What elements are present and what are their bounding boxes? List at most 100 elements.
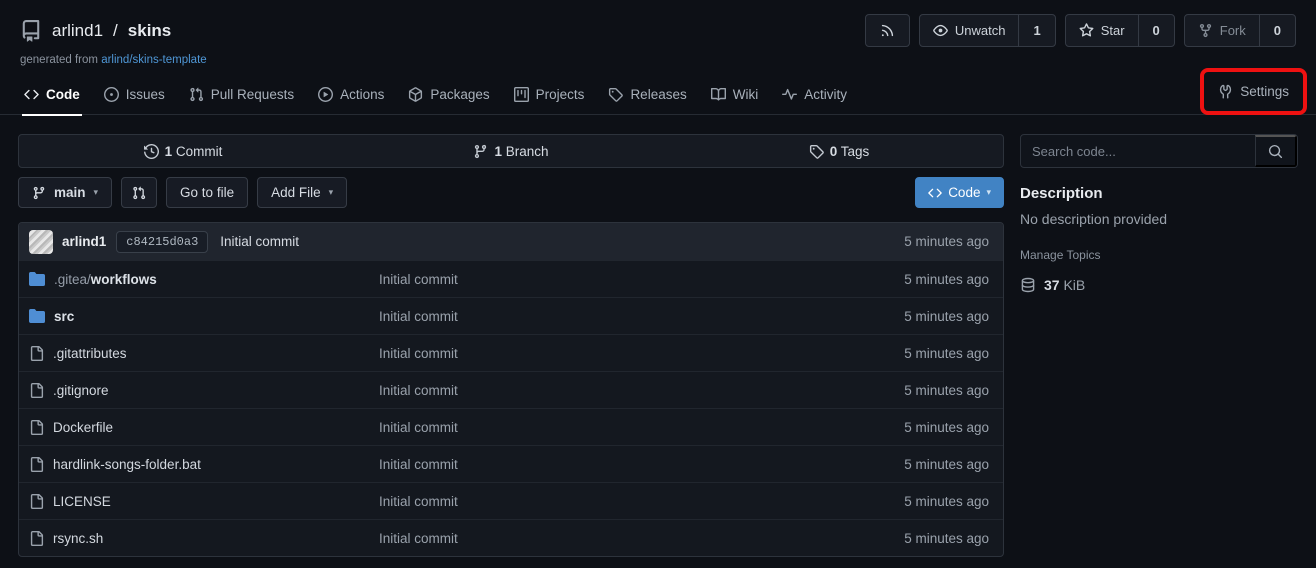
- tab-wiki[interactable]: Wiki: [699, 75, 771, 115]
- file-commit-time: 5 minutes ago: [904, 309, 993, 324]
- file-name-link[interactable]: .gitea/workflows: [54, 272, 157, 287]
- file-commit-message-link[interactable]: Initial commit: [379, 383, 458, 398]
- star-count[interactable]: 0: [1138, 15, 1174, 46]
- file-commit-message-link[interactable]: Initial commit: [379, 309, 458, 324]
- file-commit-message-link[interactable]: Initial commit: [379, 346, 458, 361]
- fork-count[interactable]: 0: [1259, 15, 1295, 46]
- commit-author-link[interactable]: arlind1: [62, 234, 106, 249]
- tab-issues[interactable]: Issues: [92, 75, 177, 115]
- tab-label: Pull Requests: [211, 87, 294, 102]
- file-commit-message-link[interactable]: Initial commit: [379, 420, 458, 435]
- branch-selector[interactable]: main ▾: [18, 177, 112, 208]
- tab-code[interactable]: Code: [12, 75, 92, 115]
- file-row[interactable]: rsync.sh Initial commit 5 minutes ago: [19, 519, 1003, 556]
- file-row[interactable]: src Initial commit 5 minutes ago: [19, 297, 1003, 334]
- folder-icon: [29, 308, 45, 324]
- commit-hash-link[interactable]: c84215d0a3: [116, 231, 208, 253]
- file-commit-time: 5 minutes ago: [904, 494, 993, 509]
- file-name-link[interactable]: .gitattributes: [53, 346, 127, 361]
- tab-activity[interactable]: Activity: [770, 75, 859, 115]
- file-row[interactable]: Dockerfile Initial commit 5 minutes ago: [19, 408, 1003, 445]
- repo-header: arlind1 / skins Unwatch 1: [0, 0, 1316, 66]
- file-name-link[interactable]: .gitignore: [53, 383, 109, 398]
- tag-count: 0: [830, 144, 838, 159]
- compare-icon: [132, 186, 146, 200]
- branch-icon: [32, 186, 46, 200]
- branches-stat[interactable]: 1 Branch: [347, 135, 675, 167]
- generated-from-line: generated from arlind/skins-template: [20, 54, 1296, 66]
- tab-settings[interactable]: Settings: [1214, 72, 1293, 112]
- tab-label: Activity: [804, 87, 847, 102]
- search-input[interactable]: [1021, 135, 1255, 167]
- file-row[interactable]: .gitignore Initial commit 5 minutes ago: [19, 371, 1003, 408]
- avatar[interactable]: [29, 230, 53, 254]
- repo-title: arlind1 / skins: [20, 20, 171, 42]
- file-name-link[interactable]: src: [54, 309, 74, 324]
- repo-size-value: 37: [1044, 277, 1060, 293]
- file-name-link[interactable]: LICENSE: [53, 494, 111, 509]
- watch-count[interactable]: 1: [1018, 15, 1054, 46]
- repo-main-column: 1 Commit 1 Branch 0 Tags main: [18, 134, 1004, 557]
- chevron-down-icon: ▾: [94, 188, 99, 197]
- settings-highlight-annotation: Settings: [1200, 68, 1307, 115]
- file-name-link[interactable]: hardlink-songs-folder.bat: [53, 457, 201, 472]
- commit-label: Commit: [176, 144, 223, 159]
- template-repo-link[interactable]: arlind/skins-template: [101, 54, 206, 66]
- file-commit-time: 5 minutes ago: [904, 531, 993, 546]
- commit-message-link[interactable]: Initial commit: [220, 234, 299, 249]
- fork-button[interactable]: Fork: [1185, 15, 1259, 46]
- file-commit-message-link[interactable]: Initial commit: [379, 494, 458, 509]
- chevron-down-icon: ▾: [986, 188, 991, 197]
- repo-title-separator: /: [113, 21, 118, 41]
- file-commit-message-link[interactable]: Initial commit: [379, 272, 458, 287]
- rss-button[interactable]: [865, 14, 910, 47]
- tags-stat[interactable]: 0 Tags: [675, 135, 1003, 167]
- commits-stat[interactable]: 1 Commit: [19, 135, 347, 167]
- tab-actions[interactable]: Actions: [306, 75, 396, 115]
- history-icon: [144, 144, 159, 159]
- file-commit-time: 5 minutes ago: [904, 457, 993, 472]
- fork-button-group: Fork 0: [1184, 14, 1296, 47]
- file-table: arlind1 c84215d0a3 Initial commit 5 minu…: [18, 222, 1004, 557]
- search-button[interactable]: [1255, 135, 1297, 167]
- tab-label: Code: [46, 87, 80, 102]
- file-commit-message-link[interactable]: Initial commit: [379, 457, 458, 472]
- description-empty-text: No description provided: [1020, 211, 1298, 227]
- code-download-button[interactable]: Code ▾: [915, 177, 1004, 208]
- tag-label: Tags: [841, 144, 870, 159]
- tab-pull-requests[interactable]: Pull Requests: [177, 75, 306, 115]
- manage-topics-link[interactable]: Manage Topics: [1020, 248, 1101, 262]
- add-file-button[interactable]: Add File ▾: [257, 177, 347, 208]
- star-button[interactable]: Star: [1066, 15, 1138, 46]
- file-icon: [29, 531, 44, 546]
- database-icon: [1020, 277, 1036, 293]
- tag-icon: [608, 87, 623, 102]
- file-row[interactable]: .gitattributes Initial commit 5 minutes …: [19, 334, 1003, 371]
- repo-name-link[interactable]: skins: [128, 21, 171, 41]
- go-to-file-label: Go to file: [180, 185, 234, 200]
- file-commit-time: 5 minutes ago: [904, 346, 993, 361]
- file-commit-message-link[interactable]: Initial commit: [379, 531, 458, 546]
- file-commit-time: 5 minutes ago: [904, 420, 993, 435]
- file-row[interactable]: LICENSE Initial commit 5 minutes ago: [19, 482, 1003, 519]
- repo-owner-link[interactable]: arlind1: [52, 21, 103, 41]
- file-icon: [29, 383, 44, 398]
- compare-button[interactable]: [121, 177, 157, 208]
- commit-count: 1: [165, 144, 173, 159]
- tab-packages[interactable]: Packages: [396, 75, 501, 115]
- repo-stats-bar: 1 Commit 1 Branch 0 Tags: [18, 134, 1004, 168]
- file-row[interactable]: hardlink-songs-folder.bat Initial commit…: [19, 445, 1003, 482]
- tab-releases[interactable]: Releases: [596, 75, 698, 115]
- go-to-file-button[interactable]: Go to file: [166, 177, 248, 208]
- branch-label: Branch: [506, 144, 549, 159]
- unwatch-button[interactable]: Unwatch: [920, 15, 1019, 46]
- file-name-link[interactable]: Dockerfile: [53, 420, 113, 435]
- file-icon: [29, 494, 44, 509]
- file-row[interactable]: .gitea/workflows Initial commit 5 minute…: [19, 260, 1003, 297]
- tab-projects[interactable]: Projects: [502, 75, 597, 115]
- repo-tabs: Code Issues Pull Requests Actions Packag…: [0, 75, 1316, 115]
- code-icon: [928, 186, 942, 200]
- repo-size-unit: KiB: [1063, 277, 1085, 293]
- file-name-link[interactable]: rsync.sh: [53, 531, 103, 546]
- folder-icon: [29, 271, 45, 287]
